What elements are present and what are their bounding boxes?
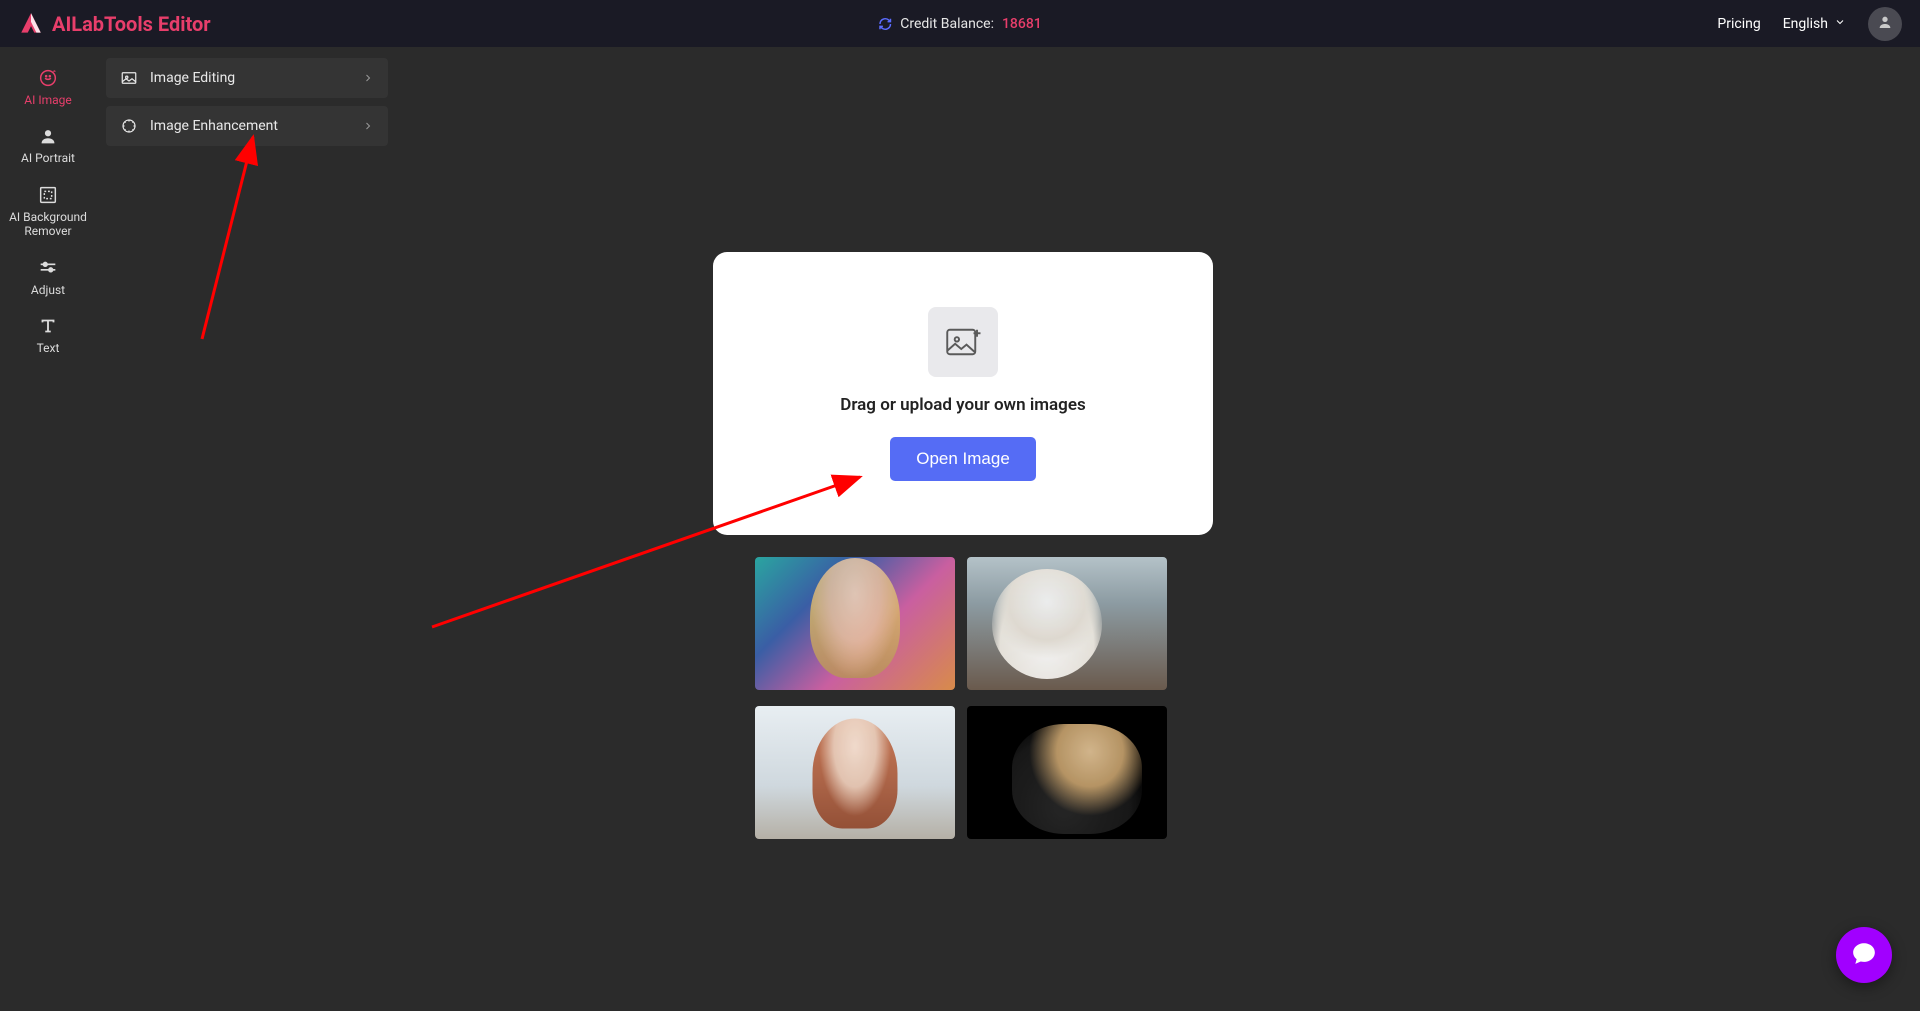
app-header: AILabTools Editor Credit Balance: 18681 … [0, 0, 1920, 47]
logo-icon [18, 11, 44, 37]
credit-value: 18681 [1002, 16, 1042, 32]
main-canvas: Drag or upload your own images Open Imag… [0, 47, 1920, 1011]
user-avatar[interactable] [1868, 7, 1902, 41]
chat-icon [1851, 940, 1877, 970]
user-icon [1877, 14, 1893, 34]
app-logo[interactable]: AILabTools Editor [18, 11, 211, 37]
open-image-button[interactable]: Open Image [890, 437, 1036, 481]
language-selector[interactable]: English [1783, 16, 1846, 32]
refresh-icon[interactable] [878, 17, 892, 31]
upload-instruction: Drag or upload your own images [840, 395, 1085, 415]
credit-balance: Credit Balance: 18681 [878, 16, 1042, 32]
upload-card[interactable]: Drag or upload your own images Open Imag… [713, 252, 1213, 535]
language-label: English [1783, 16, 1828, 32]
credit-label: Credit Balance: [900, 16, 994, 32]
upload-icon [928, 307, 998, 377]
sample-image-3[interactable] [755, 706, 955, 839]
app-title: AILabTools Editor [52, 12, 211, 36]
pricing-link[interactable]: Pricing [1717, 16, 1760, 32]
sample-image-1[interactable] [755, 557, 955, 690]
chat-fab[interactable] [1836, 927, 1892, 983]
sample-images-grid [755, 557, 1167, 839]
sample-image-4[interactable] [967, 706, 1167, 839]
sample-image-2[interactable] [967, 557, 1167, 690]
header-right: Pricing English [1717, 7, 1902, 41]
chevron-down-icon [1834, 16, 1846, 32]
